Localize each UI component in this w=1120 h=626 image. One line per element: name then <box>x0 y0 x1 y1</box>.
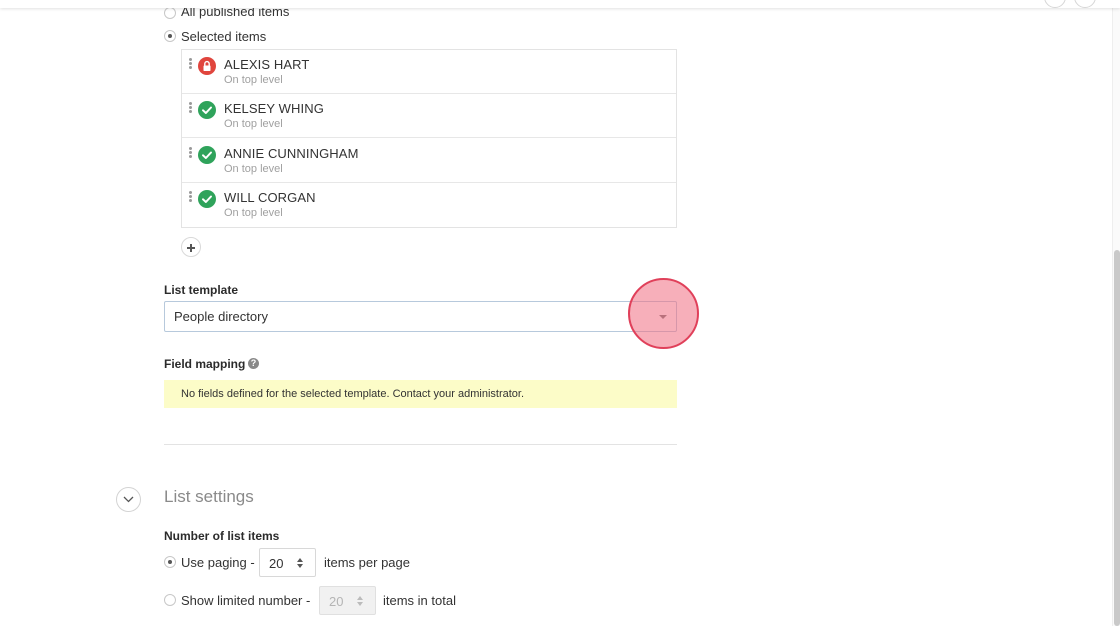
item-name: WILL CORGAN <box>224 190 316 205</box>
selected-items-list: ALEXIS HART On top level KELSEY WHING On… <box>181 49 677 228</box>
list-item[interactable]: WILL CORGAN On top level <box>182 183 676 227</box>
drag-handle-icon[interactable] <box>189 191 193 203</box>
collapse-section-button[interactable] <box>116 487 141 512</box>
list-item[interactable]: ALEXIS HART On top level <box>182 50 676 94</box>
drag-handle-icon[interactable] <box>189 147 193 159</box>
check-icon <box>198 190 216 208</box>
section-divider <box>164 444 677 445</box>
radio-show-limited-label: Show limited number - <box>181 593 311 608</box>
lock-icon <box>198 57 216 75</box>
question-icon[interactable]: ? <box>248 358 259 369</box>
item-level: On top level <box>224 74 283 86</box>
add-item-button[interactable] <box>181 237 201 257</box>
item-level: On top level <box>224 118 283 130</box>
toolbar-button[interactable] <box>1044 0 1066 8</box>
stepper-arrows-icon[interactable] <box>297 558 303 569</box>
section-title: List settings <box>164 487 254 506</box>
scrollbar-thumb[interactable] <box>1114 250 1120 626</box>
scrollbar[interactable] <box>1112 0 1120 626</box>
radio-all-published[interactable] <box>164 7 176 19</box>
items-total-value: 20 <box>329 594 344 609</box>
check-icon <box>198 101 216 119</box>
top-toolbar <box>0 0 1120 8</box>
radio-use-paging[interactable] <box>164 556 176 568</box>
drag-handle-icon[interactable] <box>189 58 193 70</box>
radio-use-paging-label: Use paging - <box>181 555 255 570</box>
drag-handle-icon[interactable] <box>189 102 193 114</box>
item-level: On top level <box>224 207 283 219</box>
click-indicator <box>628 278 699 349</box>
items-total-stepper[interactable]: 20 <box>319 586 376 615</box>
item-name: ALEXIS HART <box>224 57 310 72</box>
radio-selected-items-label: Selected items <box>181 29 267 44</box>
notice-text: No fields defined for the selected templ… <box>181 388 525 400</box>
list-template-value: People directory <box>174 309 268 324</box>
item-name: KELSEY WHING <box>224 101 324 116</box>
list-template-select[interactable]: People directory <box>164 301 677 332</box>
list-item[interactable]: ANNIE CUNNINGHAM On top level <box>182 139 676 183</box>
item-level: On top level <box>224 163 283 175</box>
items-total-suffix: items in total <box>383 593 456 608</box>
field-mapping-notice: No fields defined for the selected templ… <box>164 380 677 408</box>
items-per-page-stepper[interactable]: 20 <box>259 548 316 577</box>
radio-selected-items[interactable] <box>164 30 176 42</box>
toolbar-button[interactable] <box>1074 0 1096 8</box>
list-template-label: List template <box>164 283 239 297</box>
check-icon <box>198 146 216 164</box>
items-per-page-value: 20 <box>269 556 284 571</box>
radio-show-limited[interactable] <box>164 594 176 606</box>
stepper-arrows-icon[interactable] <box>357 596 363 607</box>
chevron-down-icon <box>123 496 134 503</box>
items-per-page-suffix: items per page <box>324 555 410 570</box>
item-name: ANNIE CUNNINGHAM <box>224 146 359 161</box>
number-of-items-label: Number of list items <box>164 529 280 543</box>
list-item[interactable]: KELSEY WHING On top level <box>182 94 676 138</box>
field-mapping-label: Field mapping <box>164 357 246 371</box>
